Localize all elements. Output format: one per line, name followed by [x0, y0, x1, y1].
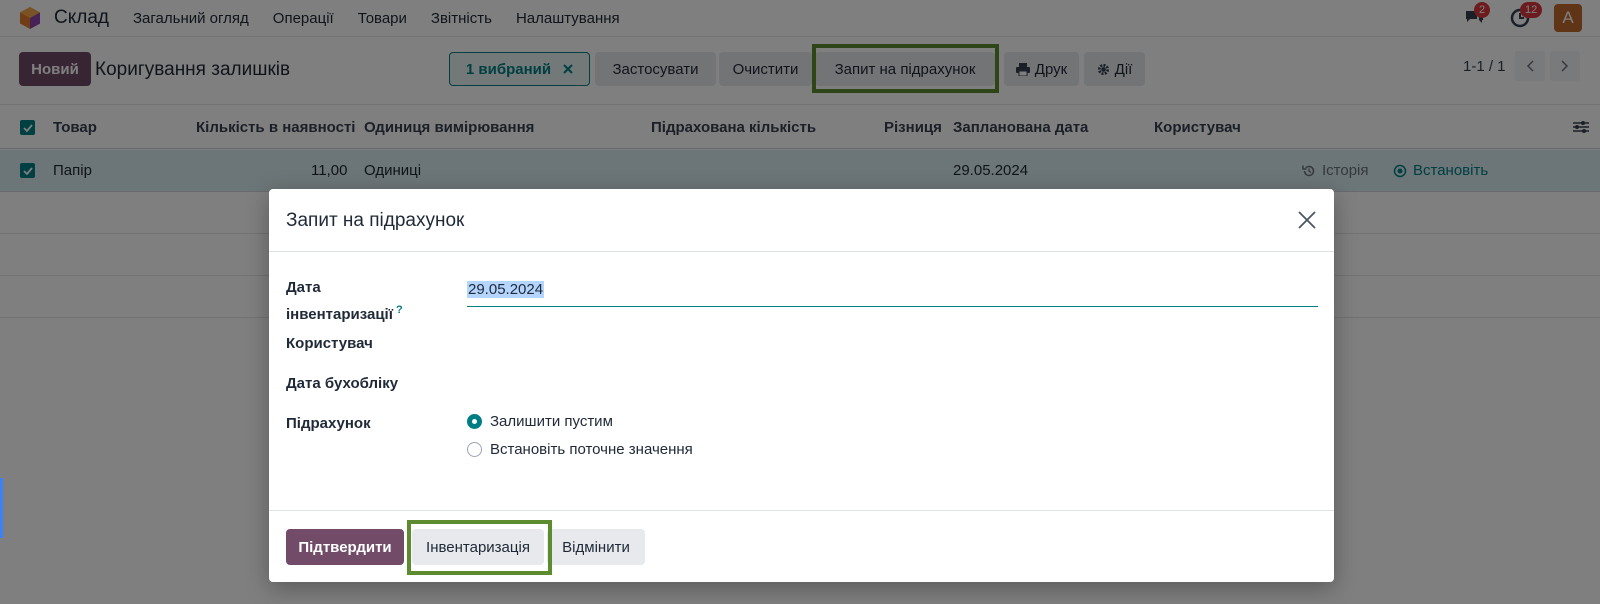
dialog-title: Запит на підрахунок	[286, 210, 465, 231]
confirm-button[interactable]: Підтвердити	[286, 529, 404, 565]
count-option-label: Залишити пустим	[490, 413, 613, 430]
accounting-date-label: Дата бухобліку	[286, 375, 399, 392]
radio-unselected[interactable]	[467, 442, 482, 457]
inventory-date-label: Дата інвентаризації?	[286, 277, 403, 326]
inventory-button-highlight	[407, 520, 552, 575]
radio-selected[interactable]	[467, 414, 482, 429]
count-option-set-current[interactable]: Встановіть поточне значення	[467, 441, 693, 458]
help-tooltip-icon[interactable]: ?	[396, 304, 403, 316]
cancel-button[interactable]: Відмінити	[547, 529, 645, 565]
count-label: Підрахунок	[286, 415, 371, 432]
user-label: Користувач	[286, 335, 373, 352]
close-icon[interactable]	[1296, 209, 1318, 231]
dialog-footer: Підтвердити Інвентаризація Відмінити	[269, 510, 1334, 582]
inventory-date-input[interactable]: 29.05.2024	[467, 281, 1318, 307]
inventory-date-value: 29.05.2024	[467, 281, 545, 298]
inventory-date-label-line1: Дата	[286, 279, 321, 296]
edge-strip	[0, 478, 3, 538]
inventory-date-label-line2: інвентаризації	[286, 306, 393, 323]
request-count-dialog: Запит на підрахунок Дата інвентаризації?…	[269, 189, 1334, 582]
dialog-header: Запит на підрахунок	[269, 189, 1334, 252]
count-option-label: Встановіть поточне значення	[490, 441, 693, 458]
count-option-leave-empty[interactable]: Залишити пустим	[467, 413, 613, 430]
